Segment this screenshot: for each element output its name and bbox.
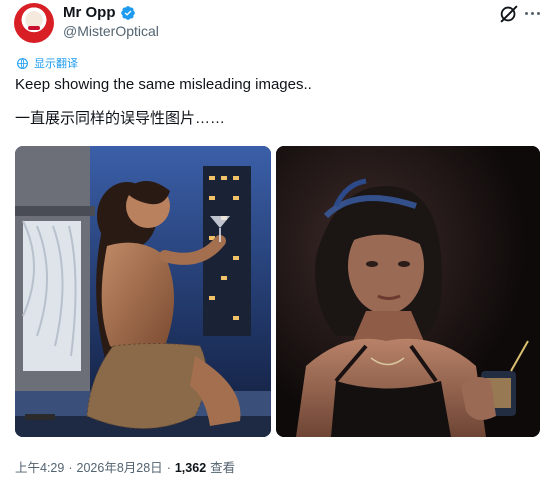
meta-separator: · xyxy=(68,461,73,475)
show-translation-label: 显示翻译 xyxy=(34,58,78,70)
tweet-meta: 上午4:29 · 2026年8月28日 · 1,362 查看 xyxy=(15,457,235,476)
author-name-row: Mr Opp xyxy=(63,4,136,21)
avatar[interactable] xyxy=(14,3,54,43)
media-photo-left[interactable] xyxy=(15,146,271,437)
tweet-date[interactable]: 2026年8月28日 xyxy=(77,457,163,476)
views-count: 1,362 xyxy=(174,461,207,475)
meta-separator: · xyxy=(166,461,171,475)
media-photo-right[interactable] xyxy=(276,146,540,437)
display-name[interactable]: Mr Opp xyxy=(63,4,116,21)
grok-icon[interactable] xyxy=(498,3,520,25)
verified-badge-icon xyxy=(120,5,135,20)
tweet-text-translated: 一直展示同样的误导性图片…… xyxy=(15,110,226,127)
tweet-text: Keep showing the same misleading images.… xyxy=(15,76,312,93)
more-dots-icon[interactable] xyxy=(522,6,542,20)
translate-globe-icon xyxy=(17,57,28,69)
show-translation-link[interactable]: 显示翻译 xyxy=(16,55,78,71)
views-label: 查看 xyxy=(210,461,236,475)
author-handle[interactable]: @MisterOptical xyxy=(63,23,159,39)
tweet-time[interactable]: 上午4:29 xyxy=(15,457,64,476)
